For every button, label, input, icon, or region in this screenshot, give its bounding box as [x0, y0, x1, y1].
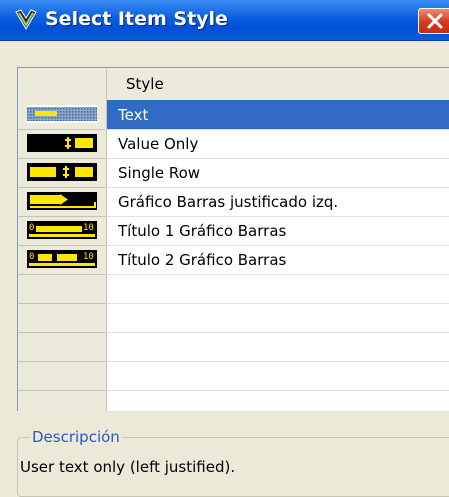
- list-item-value-only[interactable]: Value Only: [18, 129, 449, 159]
- description-legend: Descripción: [30, 428, 122, 446]
- list-item-title-1-bar-chart[interactable]: 0 10 Título 1 Gráfico Barras: [18, 216, 449, 246]
- empty-row: [18, 390, 449, 411]
- list-item-label: Single Row: [118, 164, 201, 182]
- svg-text:0: 0: [29, 252, 34, 262]
- style-column-header[interactable]: Style: [126, 75, 164, 93]
- list-item-label: Gráfico Barras justificado izq.: [118, 193, 339, 211]
- list-item-label: Título 2 Gráfico Barras: [118, 251, 287, 269]
- list-item-label: Título 1 Gráfico Barras: [118, 222, 287, 240]
- description-text: User text only (left justified).: [20, 458, 236, 476]
- close-icon: [427, 13, 443, 29]
- list-item-label: Value Only: [118, 135, 199, 153]
- selection-highlight: [107, 100, 449, 129]
- app-shield-icon: [15, 9, 37, 30]
- style-list[interactable]: Style Text Value Only Single Row Gráfico…: [17, 67, 449, 411]
- value-only-style-icon: [27, 134, 97, 152]
- title-1-bar-chart-icon: 0 10: [27, 221, 97, 239]
- icon-column-header[interactable]: [18, 68, 107, 99]
- title-2-bar-chart-icon: 0 10: [27, 250, 97, 268]
- svg-text:10: 10: [83, 223, 94, 233]
- bar-chart-left-justified-icon: [27, 192, 97, 210]
- close-button[interactable]: [418, 8, 449, 34]
- empty-row: [18, 332, 449, 362]
- empty-row: [18, 303, 449, 333]
- title-bar[interactable]: Select Item Style: [0, 0, 449, 41]
- svg-text:10: 10: [83, 252, 94, 262]
- list-item-text[interactable]: Text: [18, 100, 449, 130]
- text-style-icon: [27, 105, 97, 123]
- list-item-bar-chart-left[interactable]: Gráfico Barras justificado izq.: [18, 187, 449, 217]
- list-item-title-2-bar-chart[interactable]: 0 10 Título 2 Gráfico Barras: [18, 245, 449, 275]
- empty-row: [18, 274, 449, 304]
- svg-text:0: 0: [29, 223, 34, 233]
- empty-row: [18, 361, 449, 391]
- list-item-single-row[interactable]: Single Row: [18, 158, 449, 188]
- grid-header: Style: [18, 68, 449, 101]
- single-row-style-icon: [27, 163, 97, 181]
- window-title: Select Item Style: [45, 8, 228, 30]
- list-item-label: Text: [118, 106, 149, 124]
